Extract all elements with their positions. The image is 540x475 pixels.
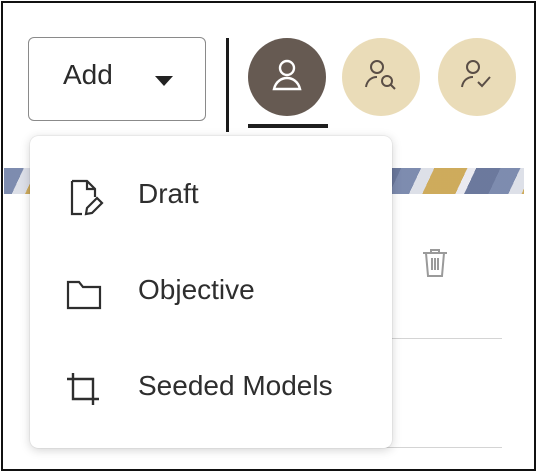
folder-icon [64, 274, 104, 314]
active-tab-indicator [248, 124, 328, 128]
menu-item-objective[interactable]: Objective [30, 252, 392, 332]
add-dropdown-button[interactable]: Add [28, 37, 206, 121]
menu-item-label: Seeded Models [138, 370, 333, 401]
row-divider [380, 338, 502, 339]
avatar-button-person-search[interactable] [342, 38, 420, 116]
avatar-button-person-check[interactable] [438, 38, 516, 116]
person-check-icon [459, 57, 495, 98]
person-icon [270, 57, 304, 98]
menu-item-seeded-models[interactable]: Seeded Models [30, 348, 392, 428]
crop-icon [64, 370, 104, 410]
add-button-label: Add [63, 59, 113, 90]
menu-item-label: Draft [138, 178, 199, 209]
person-search-icon [363, 57, 399, 98]
draft-document-icon [64, 178, 104, 218]
menu-item-label: Objective [138, 274, 255, 305]
menu-item-draft[interactable]: Draft [30, 156, 392, 236]
row-divider [380, 447, 502, 448]
add-dropdown-menu: Draft Objective Seeded Models [30, 136, 392, 448]
trash-icon[interactable] [420, 246, 450, 285]
toolbar-divider [226, 38, 229, 132]
caret-down-icon [154, 74, 174, 92]
avatar-button-person[interactable] [248, 38, 326, 116]
